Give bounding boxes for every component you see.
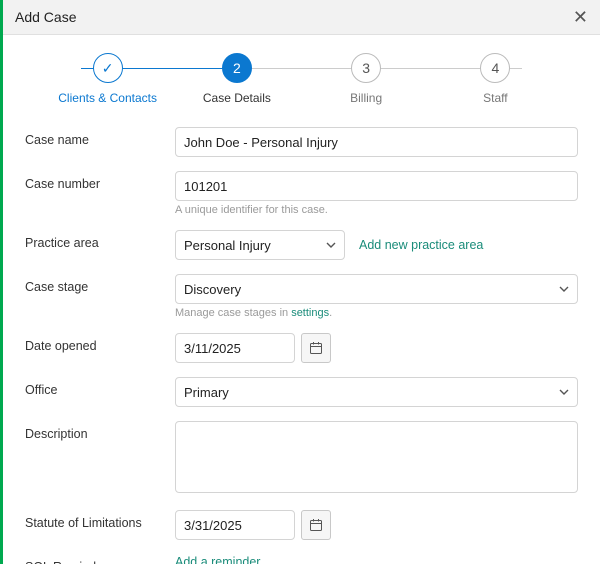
label-case-number: Case number xyxy=(25,171,175,191)
label-practice-area: Practice area xyxy=(25,230,175,250)
label-description: Description xyxy=(25,421,175,441)
step-staff[interactable]: 4 Staff xyxy=(431,53,560,105)
step-label: Staff xyxy=(483,91,507,105)
row-description: Description xyxy=(25,421,578,496)
step-circle: 3 xyxy=(351,53,381,83)
practice-area-select[interactable]: Personal Injury xyxy=(175,230,345,260)
row-case-stage: Case stage Discovery Manage case stages … xyxy=(25,274,578,319)
calendar-icon xyxy=(309,518,323,532)
row-case-name: Case name xyxy=(25,127,578,157)
row-practice-area: Practice area Personal Injury Add new pr… xyxy=(25,230,578,260)
date-opened-calendar-button[interactable] xyxy=(301,333,331,363)
close-button[interactable]: ✕ xyxy=(573,8,588,26)
check-icon: ✓ xyxy=(102,60,114,77)
step-case-details[interactable]: 2 Case Details xyxy=(172,53,301,105)
chevron-down-icon xyxy=(326,242,336,248)
calendar-icon xyxy=(309,341,323,355)
row-office: Office Primary xyxy=(25,377,578,407)
label-office: Office xyxy=(25,377,175,397)
select-value: Primary xyxy=(184,385,229,400)
row-date-opened: Date opened xyxy=(25,333,578,363)
description-textarea[interactable] xyxy=(175,421,578,493)
row-statute-of-limitations: Statute of Limitations xyxy=(25,510,578,540)
close-icon: ✕ xyxy=(573,7,588,27)
select-value: Personal Injury xyxy=(184,238,271,253)
sol-calendar-button[interactable] xyxy=(301,510,331,540)
label-sol: Statute of Limitations xyxy=(25,510,175,530)
settings-link[interactable]: settings xyxy=(291,307,329,319)
step-circle: 2 xyxy=(222,53,252,83)
chevron-down-icon xyxy=(559,286,569,292)
date-opened-input[interactable] xyxy=(175,333,295,363)
label-date-opened: Date opened xyxy=(25,333,175,353)
add-practice-area-link[interactable]: Add new practice area xyxy=(359,238,483,252)
row-case-number: Case number A unique identifier for this… xyxy=(25,171,578,216)
add-case-modal: Add Case ✕ ✓ Clients & Contacts 2 Case D… xyxy=(0,0,600,564)
row-sol-reminders: SOL Reminders Add a reminder xyxy=(25,554,578,564)
step-label: Billing xyxy=(350,91,382,105)
modal-header: Add Case ✕ xyxy=(3,0,600,35)
label-case-stage: Case stage xyxy=(25,274,175,294)
chevron-down-icon xyxy=(559,389,569,395)
case-stage-hint: Manage case stages in settings. xyxy=(175,307,578,319)
label-sol-reminders: SOL Reminders xyxy=(25,554,175,564)
select-value: Discovery xyxy=(184,282,241,297)
step-circle: 4 xyxy=(480,53,510,83)
office-select[interactable]: Primary xyxy=(175,377,578,407)
step-clients-contacts[interactable]: ✓ Clients & Contacts xyxy=(43,53,172,105)
form-body: Case name Case number A unique identifie… xyxy=(3,111,600,564)
sol-date-input[interactable] xyxy=(175,510,295,540)
step-billing[interactable]: 3 Billing xyxy=(302,53,431,105)
case-number-hint: A unique identifier for this case. xyxy=(175,204,578,216)
step-label: Clients & Contacts xyxy=(58,91,157,105)
modal-title: Add Case xyxy=(15,9,76,25)
add-reminder-link[interactable]: Add a reminder xyxy=(175,555,260,564)
stepper: ✓ Clients & Contacts 2 Case Details 3 Bi… xyxy=(3,35,600,111)
label-case-name: Case name xyxy=(25,127,175,147)
case-name-input[interactable] xyxy=(175,127,578,157)
step-label: Case Details xyxy=(203,91,271,105)
case-stage-select[interactable]: Discovery xyxy=(175,274,578,304)
case-number-input[interactable] xyxy=(175,171,578,201)
step-circle: ✓ xyxy=(93,53,123,83)
